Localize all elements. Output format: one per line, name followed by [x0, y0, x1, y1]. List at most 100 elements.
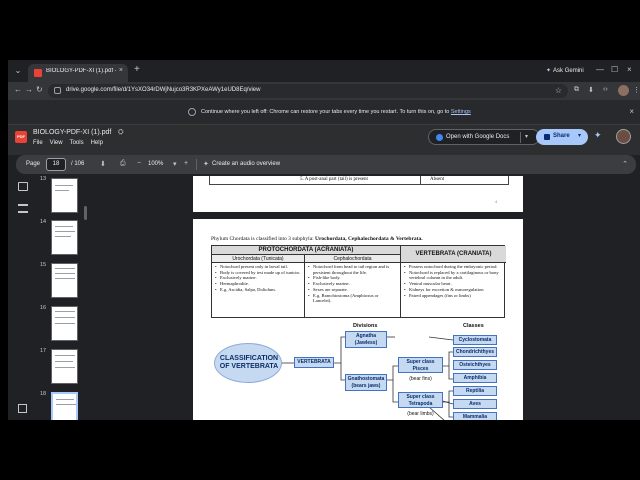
pdf-page: Phylum Chordata is classified into 3 sub… [193, 219, 523, 420]
browser-toolbar: ← → ↻ drive.google.com/file/d/1YsXO34rDW… [8, 82, 640, 100]
page-thumbnail-active[interactable] [51, 392, 78, 420]
share-chevron-icon[interactable]: ▾ [578, 132, 581, 139]
file-title: BIOLOGY-PDF-XI (1).pdf [33, 129, 112, 136]
thumbnails-view-icon[interactable] [18, 182, 28, 191]
address-bar[interactable]: drive.google.com/file/d/1YsXO34rDWjNujco… [48, 84, 568, 98]
menu-view[interactable]: View [50, 140, 63, 146]
class-node: Cyclostomata [453, 335, 497, 345]
tab-close-icon[interactable]: × [119, 67, 123, 74]
share-button[interactable]: Share ▾ [536, 129, 588, 145]
menu-tools[interactable]: Tools [70, 140, 84, 146]
profile-avatar[interactable] [618, 85, 629, 96]
page-thumbnail[interactable] [51, 306, 78, 341]
ask-gemini-button[interactable]: ✦ Ask Gemini [546, 67, 584, 74]
download-icon[interactable]: ⬇ [100, 160, 106, 168]
node-sublabel: (Jawless) [354, 340, 378, 346]
maximize-button[interactable]: ☐ [611, 65, 618, 74]
pdf-favicon-icon [34, 69, 42, 77]
new-tab-button[interactable]: + [134, 65, 140, 75]
panel-toggle-icon[interactable] [18, 404, 27, 413]
zoom-level[interactable]: 100% [148, 161, 163, 167]
thumb-number: 16 [40, 305, 47, 311]
gemini-icon[interactable]: ✦ [594, 130, 602, 141]
zoom-out-icon[interactable]: − [137, 160, 141, 167]
code-icon[interactable]: ‹› [603, 86, 608, 93]
forward-button[interactable]: → [25, 85, 33, 94]
infobar-message: Continue where you left off: Chrome can … [201, 109, 471, 115]
create-audio-overview-button[interactable]: Create an audio overview [212, 161, 280, 167]
google-docs-icon [436, 134, 443, 141]
chevron-down-icon[interactable]: ▾ [525, 133, 528, 140]
chrome-menu-icon[interactable]: ⋮ [633, 86, 640, 94]
downloads-icon[interactable]: ⬇ [588, 86, 594, 94]
extensions-icon[interactable]: ⧉ [574, 86, 579, 94]
thumbnail-scrollbar[interactable] [84, 206, 87, 220]
site-info-icon[interactable] [54, 87, 61, 94]
title-line: OF VERTEBRATA [219, 363, 279, 370]
open-with-docs-button[interactable]: Open with Google Docs ▾ [428, 129, 540, 145]
page-total: / 106 [71, 161, 85, 167]
tab-title: BIOLOGY-PDF-XI (1).pdf - Goo... [46, 68, 116, 74]
infobar-close-icon[interactable]: × [629, 107, 634, 116]
toolbar-divider [196, 159, 197, 170]
tetrapoda-note: (bear limbs) [407, 411, 434, 417]
menu-help[interactable]: Help [91, 140, 103, 146]
divisions-label: Divisions [353, 323, 378, 329]
infobar-text: Continue where you left off: Chrome can … [201, 109, 450, 115]
gemini-sparkle-icon: ✦ [546, 68, 552, 74]
node-label: Gnathostomata [347, 376, 385, 382]
class-node: Mammalia [453, 412, 497, 420]
account-avatar[interactable] [616, 129, 631, 144]
classification-title: CLASSIFICATION OF VERTEBRATA [215, 355, 283, 371]
page-thumbnail[interactable] [51, 178, 78, 213]
thumb-number: 17 [40, 348, 47, 354]
zoom-dropdown-icon[interactable]: ▾ [173, 160, 177, 168]
previous-page: 5. A post-anal part (tail) is present Ab… [193, 176, 523, 212]
zoom-in-icon[interactable]: + [184, 160, 188, 167]
print-icon[interactable]: ⎙ [120, 160, 126, 168]
ask-gemini-label: Ask Gemini [553, 68, 584, 74]
class-node: Aves [453, 399, 497, 409]
node-sublabel: (bears jaws) [351, 383, 381, 389]
thumbnail-panel: 13 14 15 16 17 18 [38, 176, 90, 420]
button-divider [520, 132, 521, 143]
thumb-number: 18 [40, 391, 47, 397]
back-button[interactable]: ← [14, 85, 22, 94]
close-window-button[interactable]: × [627, 65, 632, 74]
previous-page-table: 5. A post-anal part (tail) is present Ab… [209, 176, 509, 185]
table-divider [420, 176, 421, 184]
reload-button[interactable]: ↻ [36, 85, 43, 94]
page-thumbnail[interactable] [51, 263, 78, 298]
page-thumbnail[interactable] [51, 349, 78, 384]
vertebrata-node: VERTEBRATA [294, 357, 334, 368]
outline-view-icon[interactable] [18, 204, 28, 213]
share-label: Share [553, 133, 570, 139]
page-thumbnail[interactable] [51, 220, 78, 255]
title-line: CLASSIFICATION [219, 355, 279, 362]
tab-biology-pdf[interactable]: BIOLOGY-PDF-XI (1).pdf - Goo... × [28, 64, 128, 82]
gnathostomata-node: Gnathostomata (bears jaws) [345, 374, 387, 391]
node-label: Agnatha [356, 333, 376, 339]
agnatha-node: Agnatha (Jawless) [345, 331, 387, 348]
minimize-button[interactable]: — [596, 65, 604, 74]
bookmark-star-icon[interactable]: ☆ [555, 86, 562, 95]
thumb-number: 15 [40, 262, 47, 268]
node-label: Super class [406, 359, 435, 365]
collapse-icon[interactable]: ⌃ [622, 160, 628, 168]
node-label: Pisces [412, 366, 429, 372]
browser-window: ⌄ BIOLOGY-PDF-XI (1).pdf - Goo... × + ✦A… [8, 60, 640, 420]
class-node: Reptilia [453, 386, 497, 396]
page-label: Page [26, 161, 41, 167]
audio-sparkle-icon: ✦ [203, 161, 209, 168]
url-text[interactable]: drive.google.com/file/d/1YsXO34rDWjNujco… [66, 87, 260, 93]
class-node: Osteichthyes [453, 360, 497, 370]
side-rail [8, 176, 38, 420]
menu-file[interactable]: File [33, 140, 43, 146]
tab-search-icon[interactable]: ⌄ [12, 66, 24, 76]
chrome-info-icon [188, 108, 196, 116]
settings-link[interactable]: Settings [451, 109, 471, 115]
tab-strip: ⌄ BIOLOGY-PDF-XI (1).pdf - Goo... × + ✦A… [8, 60, 640, 82]
node-label: Super class [406, 394, 435, 400]
table-cell: 5. A post-anal part (tail) is present [300, 177, 368, 182]
page-number-input[interactable]: 18 [46, 158, 66, 171]
